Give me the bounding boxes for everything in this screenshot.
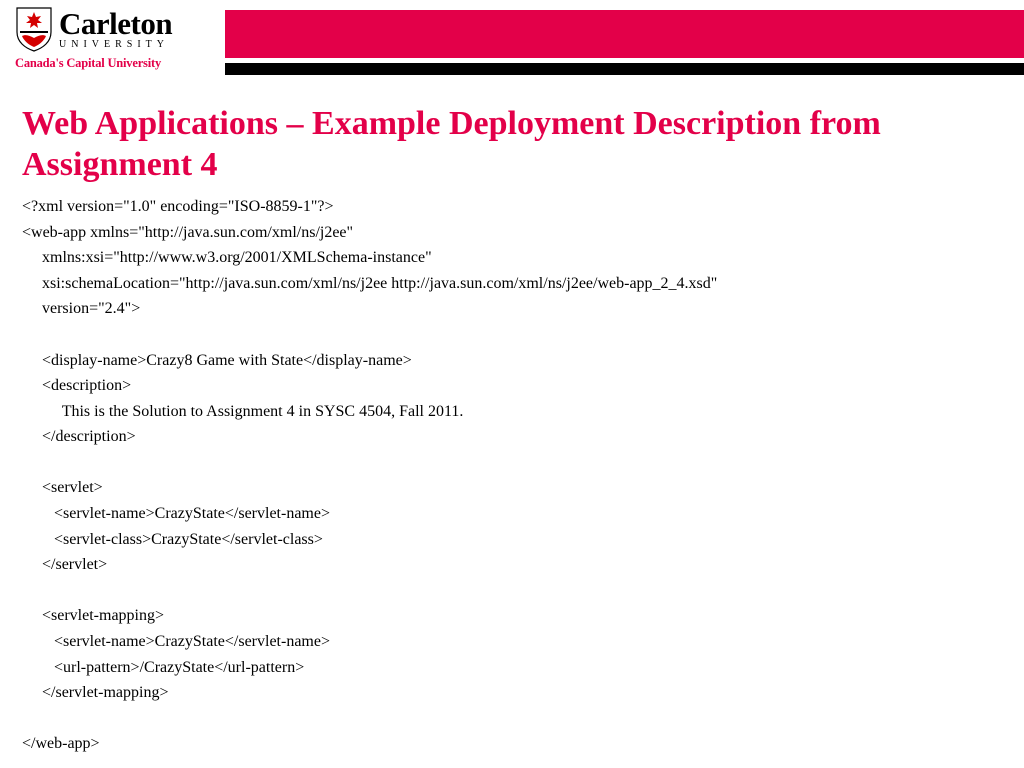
content: Web Applications – Example Deployment De… [0,75,1024,757]
code-line: <description> [22,377,131,394]
code-block: <?xml version="1.0" encoding="ISO-8859-1… [22,194,1002,757]
page-title: Web Applications – Example Deployment De… [22,103,1002,186]
code-line: version="2.4"> [22,300,140,317]
banner [225,10,1024,75]
code-line: <servlet-class>CrazyState</servlet-class… [22,531,323,548]
banner-black-bar [225,63,1024,75]
tagline: Canada's Capital University [15,56,215,71]
code-line: <servlet-mapping> [22,607,164,624]
logo-row: Carleton UNIVERSITY [15,6,215,52]
code-line: <servlet> [22,479,103,496]
wordmark-sub: UNIVERSITY [59,40,172,50]
code-line: <web-app xmlns="http://java.sun.com/xml/… [22,224,353,241]
code-line: This is the Solution to Assignment 4 in … [22,403,463,420]
banner-red-bar [225,10,1024,58]
code-line: <servlet-name>CrazyState</servlet-name> [22,633,330,650]
code-line: <?xml version="1.0" encoding="ISO-8859-1… [22,198,334,215]
code-line: </web-app> [22,735,100,752]
code-line: <url-pattern>/CrazyState</url-pattern> [22,659,304,676]
header: Carleton UNIVERSITY Canada's Capital Uni… [0,0,1024,75]
shield-icon [15,6,53,52]
code-line: </servlet-mapping> [22,684,168,701]
code-line: <display-name>Crazy8 Game with State</di… [22,352,412,369]
code-line: xmlns:xsi="http://www.w3.org/2001/XMLSch… [22,249,432,266]
code-line: xsi:schemaLocation="http://java.sun.com/… [22,275,717,292]
logo-block: Carleton UNIVERSITY Canada's Capital Uni… [0,6,215,71]
code-line: <servlet-name>CrazyState</servlet-name> [22,505,330,522]
wordmark: Carleton UNIVERSITY [59,8,172,50]
wordmark-main: Carleton [59,8,172,39]
code-line: </description> [22,428,136,445]
code-line: </servlet> [22,556,107,573]
